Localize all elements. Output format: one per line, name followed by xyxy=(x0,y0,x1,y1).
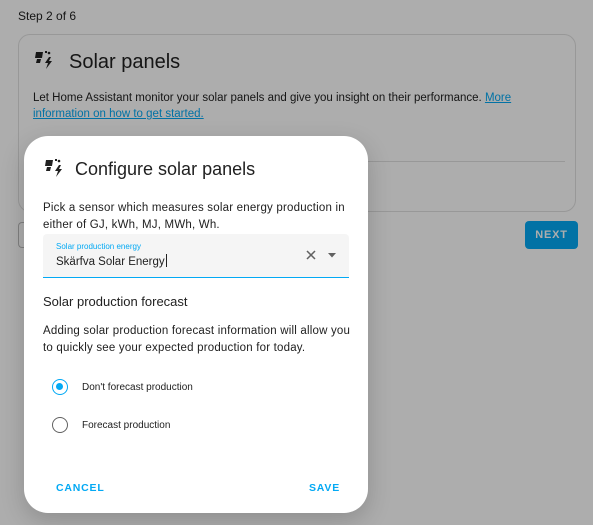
forecast-section-description: Adding solar production forecast informa… xyxy=(43,325,351,354)
radio-option-forecast[interactable]: Forecast production xyxy=(52,417,170,433)
solar-power-icon xyxy=(43,155,67,184)
field-value-wrap[interactable]: Skärfva Solar Energy xyxy=(56,254,167,268)
dialog-description: Pick a sensor which measures solar energ… xyxy=(43,202,345,231)
dialog-title: Configure solar panels xyxy=(75,159,256,179)
solar-production-field[interactable]: Solar production energy Skärfva Solar En… xyxy=(43,234,349,278)
configure-solar-dialog: Configure solar panels Pick a sensor whi… xyxy=(24,136,368,513)
save-button[interactable]: SAVE xyxy=(309,482,340,494)
forecast-section-title: Solar production forecast xyxy=(43,294,188,309)
radio-label: Don't forecast production xyxy=(82,381,193,393)
radio-option-no-forecast[interactable]: Don't forecast production xyxy=(52,379,193,395)
dialog-header: Configure solar panels xyxy=(43,155,255,184)
close-icon[interactable] xyxy=(304,248,318,262)
radio-button[interactable] xyxy=(52,379,68,395)
field-value[interactable]: Skärfva Solar Energy xyxy=(56,256,165,268)
cancel-button[interactable]: CANCEL xyxy=(56,482,105,494)
radio-label: Forecast production xyxy=(82,419,171,431)
text-caret xyxy=(165,254,167,267)
menu-down-icon[interactable] xyxy=(325,248,339,262)
radio-button[interactable] xyxy=(52,417,68,433)
field-label: Solar production energy xyxy=(56,242,141,251)
